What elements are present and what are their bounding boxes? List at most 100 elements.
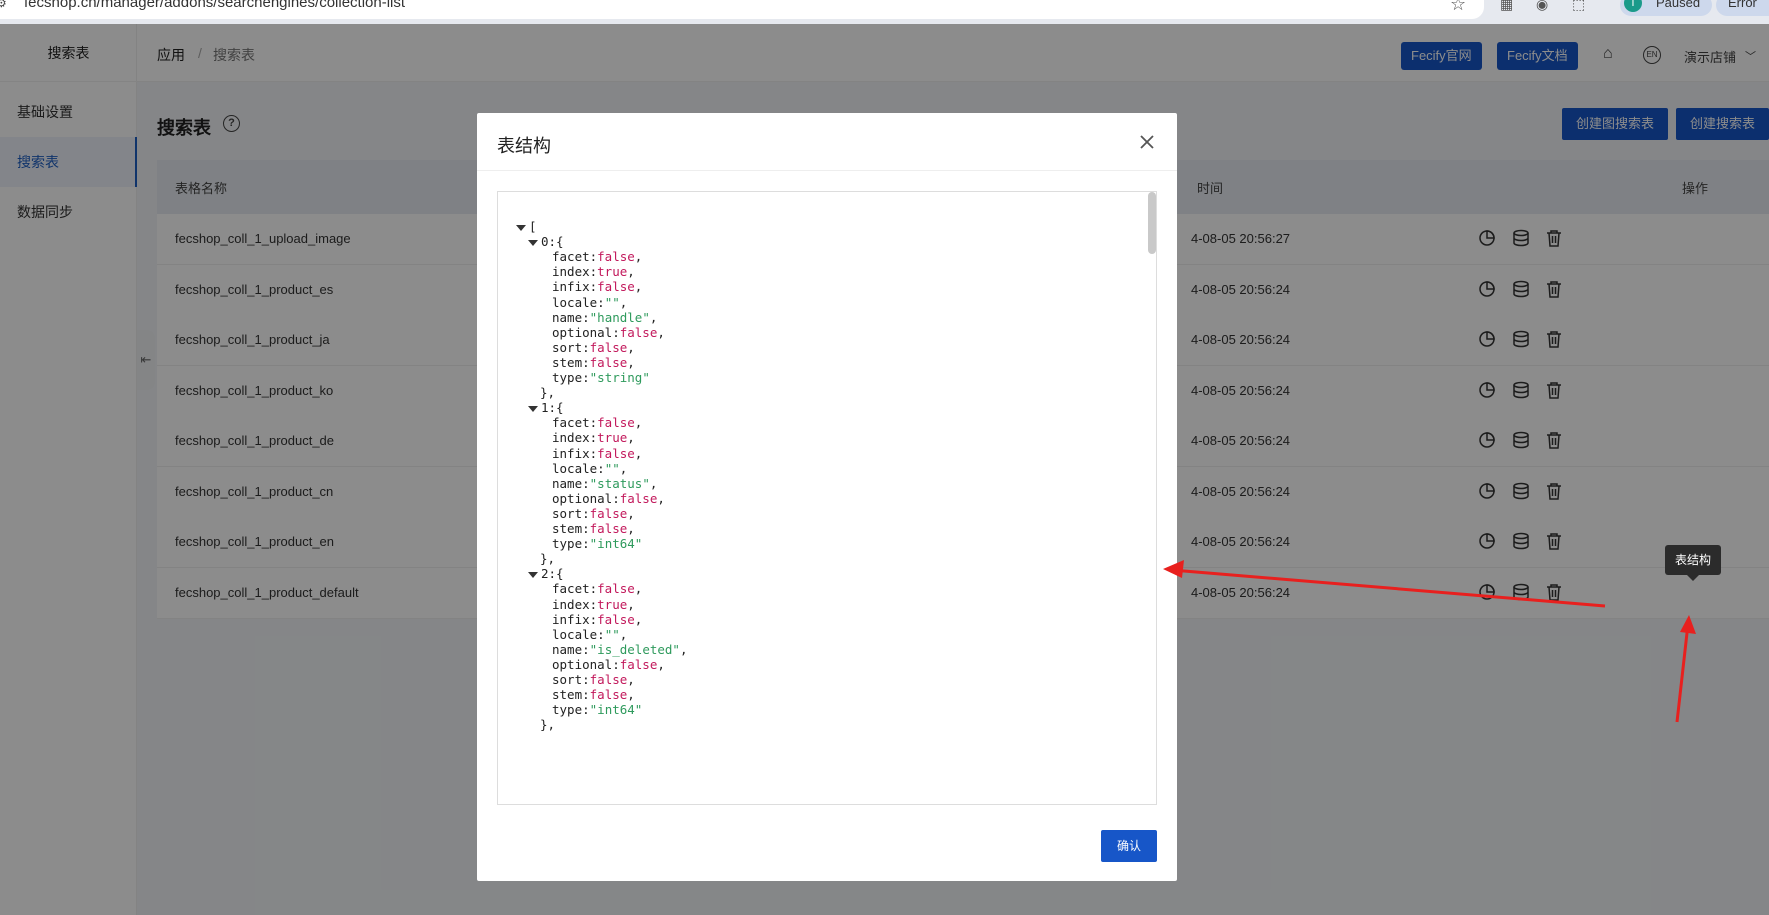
- json-punct: },: [540, 551, 556, 567]
- json-property: stem:false,: [552, 521, 635, 536]
- json-property: sort:false,: [552, 672, 635, 687]
- json-key: sort:: [552, 672, 590, 687]
- json-punct: ,: [627, 672, 635, 687]
- json-node-toggle[interactable]: 0:{: [528, 234, 564, 249]
- profile-status: Paused: [1656, 0, 1701, 10]
- json-value: "": [604, 626, 620, 642]
- json-property: type:"int64": [552, 702, 642, 717]
- json-value: false: [589, 521, 628, 536]
- json-value: false: [619, 490, 658, 506]
- json-property: index:true,: [552, 264, 635, 279]
- json-scrollbar[interactable]: [1148, 192, 1156, 254]
- json-value: true: [597, 596, 628, 612]
- json-property: locale:"",: [552, 461, 627, 476]
- json-value: "string": [589, 370, 650, 385]
- json-punct: ,: [649, 475, 658, 491]
- json-value: false: [597, 415, 635, 431]
- json-punct: :{: [548, 400, 564, 416]
- json-node-toggle[interactable]: 1:{: [528, 400, 564, 415]
- json-punct: ,: [657, 656, 665, 672]
- json-key: sort:: [552, 505, 590, 521]
- json-node-toggle[interactable]: 2:{: [528, 566, 564, 581]
- expand-triangle-icon[interactable]: [528, 405, 538, 412]
- json-punct: ,: [634, 581, 643, 597]
- json-punct: ,: [634, 249, 643, 265]
- json-punct: },: [540, 385, 556, 401]
- json-punct: [: [529, 219, 537, 234]
- json-value: false: [597, 249, 635, 265]
- json-key: name:: [552, 309, 590, 325]
- json-value: "is_deleted": [589, 641, 680, 657]
- json-property: name:"is_deleted",: [552, 642, 687, 657]
- schema-tooltip: 表结构: [1665, 545, 1721, 575]
- json-punct: ,: [627, 521, 635, 536]
- bookmark-star-icon[interactable]: ☆: [1450, 0, 1466, 15]
- json-punct: ,: [627, 505, 635, 521]
- json-punct: ,: [627, 596, 635, 612]
- json-key: index:: [552, 596, 598, 612]
- json-value: true: [597, 430, 628, 446]
- json-punct: ,: [627, 687, 635, 703]
- json-punct: ,: [627, 339, 635, 355]
- json-value: false: [619, 656, 658, 672]
- share-icon[interactable]: ⬚: [1572, 0, 1585, 13]
- extension-icon-2[interactable]: ◉: [1536, 0, 1548, 13]
- json-key: locale:: [552, 460, 605, 476]
- expand-triangle-icon[interactable]: [528, 571, 538, 578]
- json-viewer[interactable]: [0:{facet:false, index:true, infix:false, l…: [497, 191, 1157, 805]
- tooltip-pointer: [1687, 575, 1699, 581]
- json-punct: ,: [649, 309, 658, 325]
- json-key: index:: [552, 264, 598, 280]
- json-property: facet:false,: [552, 581, 642, 596]
- json-property: infix:false,: [552, 279, 642, 294]
- json-property: type:"int64": [552, 536, 642, 551]
- json-punct: ,: [634, 445, 643, 461]
- site-info-icon[interactable]: ⚙: [0, 0, 7, 10]
- json-key: facet:: [552, 249, 598, 265]
- json-value: "int64": [589, 536, 643, 552]
- json-property: type:"string": [552, 370, 650, 385]
- json-key: facet:: [552, 581, 598, 597]
- json-key: infix:: [552, 279, 598, 295]
- json-property: name:"handle",: [552, 310, 657, 325]
- json-key: index:: [552, 430, 598, 446]
- json-property: index:true,: [552, 430, 635, 445]
- close-icon[interactable]: [1135, 130, 1159, 154]
- json-key: name:: [552, 641, 590, 657]
- json-value: false: [589, 339, 628, 355]
- json-key: optional:: [552, 324, 620, 340]
- json-value: false: [589, 354, 628, 370]
- json-value: "status": [589, 475, 650, 491]
- extension-icon[interactable]: ▦: [1500, 0, 1513, 13]
- json-property: stem:false,: [552, 687, 635, 702]
- json-key: locale:: [552, 294, 605, 310]
- json-punct: ,: [619, 294, 628, 310]
- json-key: optional:: [552, 656, 620, 672]
- json-value: "int64": [589, 702, 643, 718]
- json-punct: ,: [619, 460, 628, 476]
- json-punct: ,: [657, 490, 665, 506]
- modal-title: 表结构: [497, 136, 551, 156]
- json-key: locale:: [552, 626, 605, 642]
- json-property: index:true,: [552, 597, 635, 612]
- confirm-button[interactable]: 确认: [1101, 830, 1157, 862]
- json-value: true: [597, 264, 628, 280]
- url-text[interactable]: fecshop.cn/manager/addons/searchengines/…: [24, 0, 405, 11]
- json-node-toggle[interactable]: [: [516, 219, 537, 234]
- json-value: false: [589, 687, 628, 703]
- json-property: name:"status",: [552, 476, 657, 491]
- json-property: optional:false,: [552, 325, 665, 340]
- json-property: facet:false,: [552, 249, 642, 264]
- expand-triangle-icon[interactable]: [528, 239, 538, 246]
- modal-divider: [477, 170, 1177, 171]
- expand-triangle-icon[interactable]: [516, 224, 526, 231]
- json-value: false: [597, 445, 635, 461]
- json-key: stem:: [552, 354, 590, 370]
- json-punct: ,: [634, 279, 643, 295]
- json-key: name:: [552, 475, 590, 491]
- json-value: false: [597, 279, 635, 295]
- json-punct: :{: [548, 234, 564, 250]
- json-punct: },: [540, 717, 556, 733]
- json-punct: ,: [627, 430, 635, 446]
- json-key: stem:: [552, 687, 590, 703]
